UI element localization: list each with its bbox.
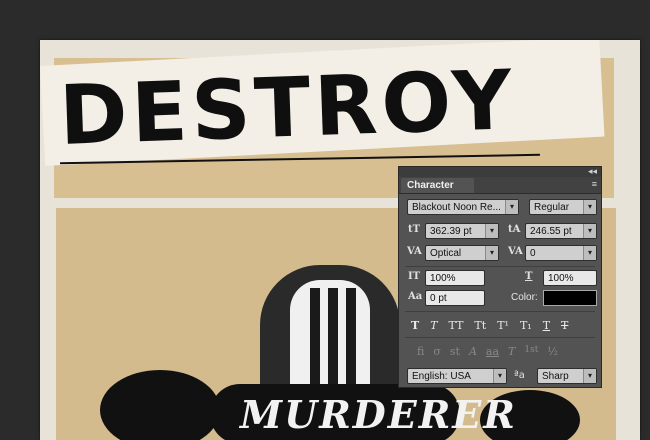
helmet-stripe <box>310 288 320 388</box>
character-panel[interactable]: ◂◂ Character ≡ Blackout Noon Re... ▾ Reg… <box>398 166 602 388</box>
contextual-alternates-button[interactable]: st <box>450 345 460 358</box>
chevron-down-icon: ▾ <box>485 224 498 238</box>
faux-bold-button[interactable]: T <box>411 319 419 332</box>
helmet-stripe <box>346 288 356 388</box>
baseline-shift-field[interactable]: 0 pt <box>425 290 485 306</box>
poster-subtitle: MURDERER <box>240 392 517 437</box>
tab-character[interactable]: Character <box>401 178 474 193</box>
vertical-scale-icon: IT <box>408 271 421 282</box>
font-size-value: 362.39 pt <box>430 226 472 237</box>
font-style-value: Regular <box>534 202 570 213</box>
kerning-icon: VA <box>407 246 422 257</box>
fractions-button[interactable]: ½ <box>547 345 558 358</box>
ordinals-button[interactable]: 1st <box>524 345 538 358</box>
chevron-down-icon: ▾ <box>583 224 596 238</box>
chevron-down-icon: ▾ <box>485 246 498 260</box>
panel-header[interactable]: ◂◂ <box>399 166 601 177</box>
ink-splatter-left <box>100 370 220 440</box>
type-style-buttons: T T TT Tt T¹ T₁ T T <box>411 319 568 332</box>
tracking-value: 0 <box>530 248 536 259</box>
chevron-down-icon: ▾ <box>583 369 596 383</box>
chevron-down-icon: ▾ <box>493 369 506 383</box>
divider <box>405 266 595 267</box>
leading-value: 246.55 pt <box>530 226 572 237</box>
color-label: Color: <box>511 292 538 303</box>
superscript-button[interactable]: T¹ <box>497 319 509 332</box>
kerning-select[interactable]: Optical ▾ <box>425 245 499 261</box>
helmet-stripe <box>328 288 338 388</box>
color-swatch[interactable] <box>543 290 597 306</box>
font-family-select[interactable]: Blackout Noon Re... ▾ <box>407 199 519 215</box>
language-value: English: USA <box>412 371 471 382</box>
tracking-icon: VA <box>508 246 523 257</box>
divider <box>405 337 595 338</box>
font-size-field[interactable]: 362.39 pt ▾ <box>425 223 499 239</box>
language-select[interactable]: English: USA ▾ <box>407 368 507 384</box>
chevron-down-icon: ▾ <box>583 200 596 214</box>
stylistic-alternates-button[interactable]: aa <box>486 345 499 358</box>
ligatures-button[interactable]: fi <box>417 345 424 358</box>
vertical-scale-field[interactable]: 100% <box>425 270 485 286</box>
strikethrough-button[interactable]: T <box>561 319 568 332</box>
faux-italic-button[interactable]: T <box>430 319 437 332</box>
panel-menu-icon[interactable]: ≡ <box>592 179 597 189</box>
leading-field[interactable]: 246.55 pt ▾ <box>525 223 597 239</box>
leading-icon: tA <box>508 224 521 235</box>
anti-alias-select[interactable]: Sharp ▾ <box>537 368 597 384</box>
subscript-button[interactable]: T₁ <box>520 319 532 332</box>
all-caps-button[interactable]: TT <box>449 319 464 332</box>
font-size-icon: tT <box>408 224 421 235</box>
poster-title: DESTROY <box>57 53 518 164</box>
anti-alias-value: Sharp <box>542 371 569 382</box>
panel-tab-bar: Character ≡ <box>399 177 601 194</box>
kerning-value: Optical <box>430 248 462 259</box>
font-family-value: Blackout Noon Re... <box>412 202 501 213</box>
horizontal-scale-icon: T <box>525 271 533 282</box>
chevron-down-icon: ▾ <box>583 246 596 260</box>
small-caps-button[interactable]: Tt <box>474 319 486 332</box>
chevron-down-icon: ▾ <box>505 200 518 214</box>
titling-alternates-button[interactable]: T <box>508 345 515 358</box>
font-style-select[interactable]: Regular ▾ <box>529 199 597 215</box>
horizontal-scale-field[interactable]: 100% <box>543 270 597 286</box>
tracking-select[interactable]: 0 ▾ <box>525 245 597 261</box>
baseline-shift-icon: Aa <box>408 291 423 302</box>
anti-alias-icon: ªa <box>514 370 525 381</box>
opentype-buttons: fi σ st A aa T 1st ½ <box>417 345 558 358</box>
underline-button[interactable]: T <box>543 319 550 332</box>
collapse-icon[interactable]: ◂◂ <box>588 166 597 177</box>
discretionary-ligatures-button[interactable]: σ <box>433 345 441 358</box>
divider <box>405 311 595 312</box>
swash-button[interactable]: A <box>469 345 477 358</box>
